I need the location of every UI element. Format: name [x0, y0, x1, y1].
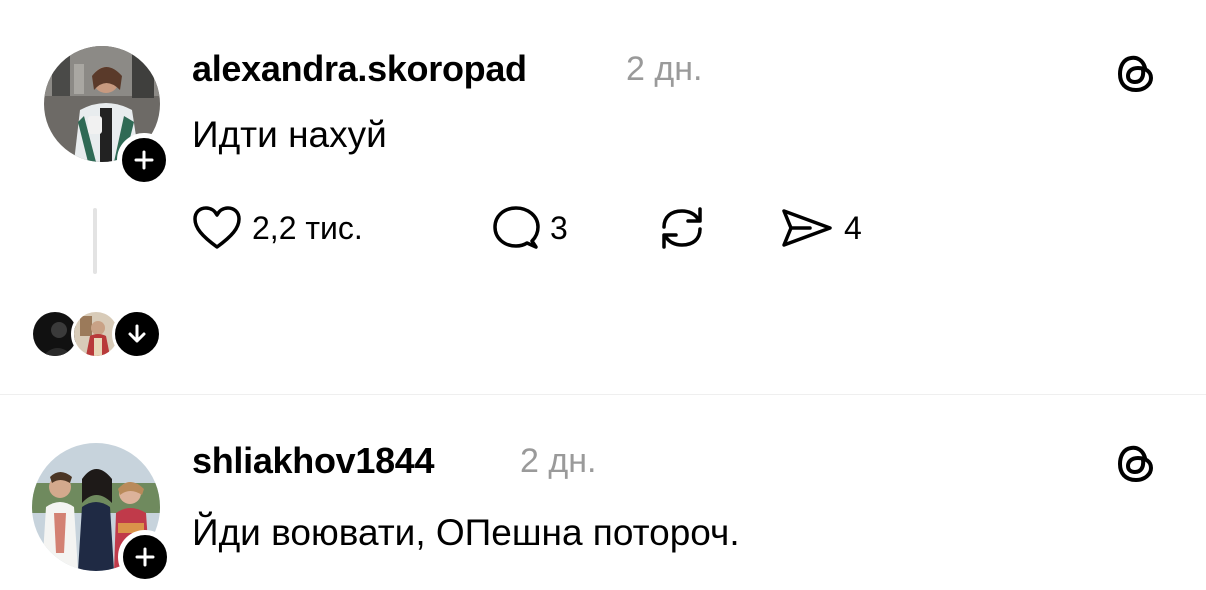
reply-button[interactable]: 3 — [492, 204, 568, 252]
repost-icon — [662, 207, 702, 249]
post-time: 2 дн. — [626, 50, 703, 88]
post-text: Идти нахуй — [192, 114, 387, 155]
plus-icon — [135, 547, 155, 567]
send-icon — [782, 209, 832, 247]
share-button[interactable]: 4 — [780, 204, 862, 252]
post-text: Йди воювати, ОПешна потороч. — [192, 512, 740, 553]
heart-icon — [193, 206, 241, 249]
comment-icon — [493, 206, 540, 249]
like-button[interactable]: 2,2 тис. — [192, 204, 363, 252]
follow-button[interactable] — [118, 530, 172, 584]
like-count: 2,2 тис. — [252, 209, 363, 246]
share-count: 4 — [844, 209, 862, 246]
username[interactable]: alexandra.skoropad — [192, 48, 527, 90]
thread-line — [93, 208, 97, 274]
divider — [0, 394, 1206, 395]
threads-icon[interactable] — [1116, 442, 1156, 486]
username[interactable]: shliakhov1844 — [192, 440, 435, 482]
follow-button[interactable] — [117, 133, 171, 187]
plus-icon — [134, 150, 154, 170]
arrow-down-icon — [128, 324, 146, 343]
expand-replies-button[interactable] — [112, 309, 162, 359]
repost-button[interactable] — [656, 204, 708, 252]
reply-count: 3 — [550, 209, 568, 246]
post-time: 2 дн. — [520, 442, 597, 480]
threads-icon[interactable] — [1116, 52, 1156, 96]
